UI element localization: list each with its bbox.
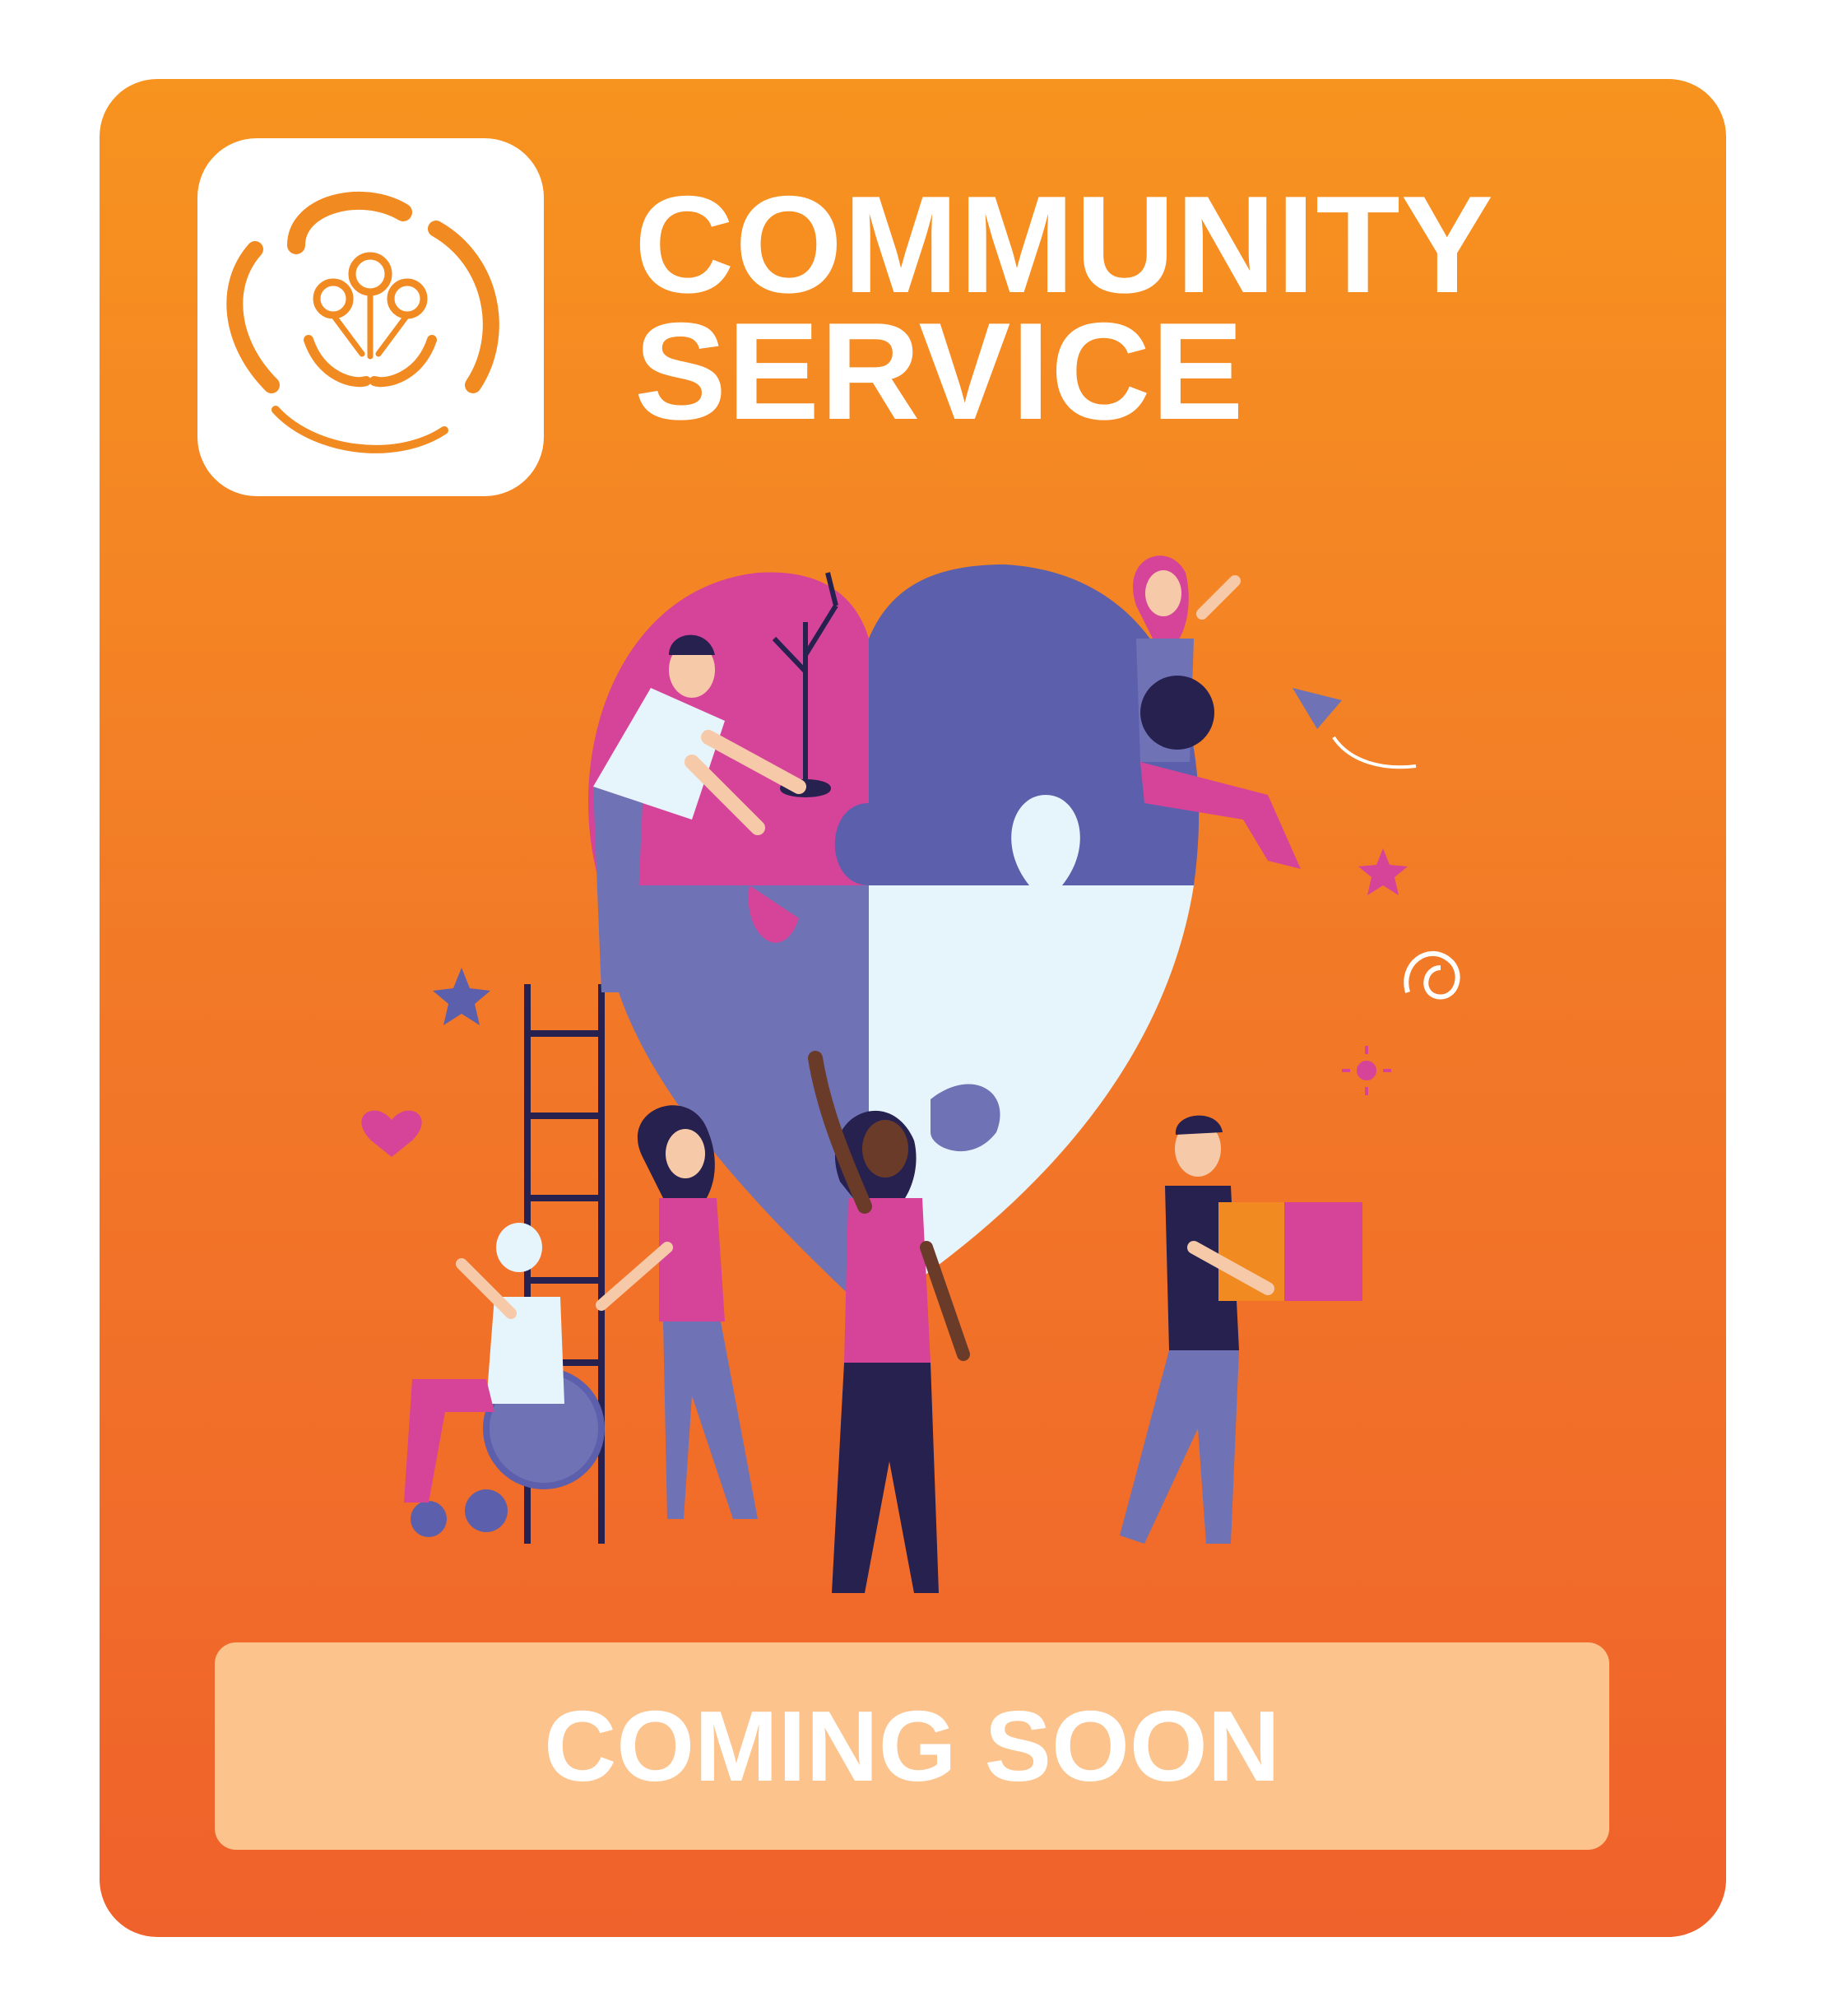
coming-soon-button[interactable]: COMING SOON bbox=[215, 1642, 1609, 1850]
star-icon bbox=[433, 968, 490, 1025]
swirl-icon bbox=[1404, 950, 1460, 1000]
sun-icon bbox=[1342, 1046, 1391, 1095]
community-service-card: COMMUNITY SERVICE COMING SOON bbox=[100, 79, 1726, 1937]
star-icon bbox=[1358, 848, 1408, 895]
paper-plane-icon bbox=[1293, 688, 1417, 769]
volunteers-illustration bbox=[361, 555, 1460, 1593]
heart-icon bbox=[361, 1110, 422, 1157]
person-in-wheelchair-icon bbox=[404, 1223, 605, 1537]
man-carrying-box-icon bbox=[1120, 1115, 1362, 1544]
